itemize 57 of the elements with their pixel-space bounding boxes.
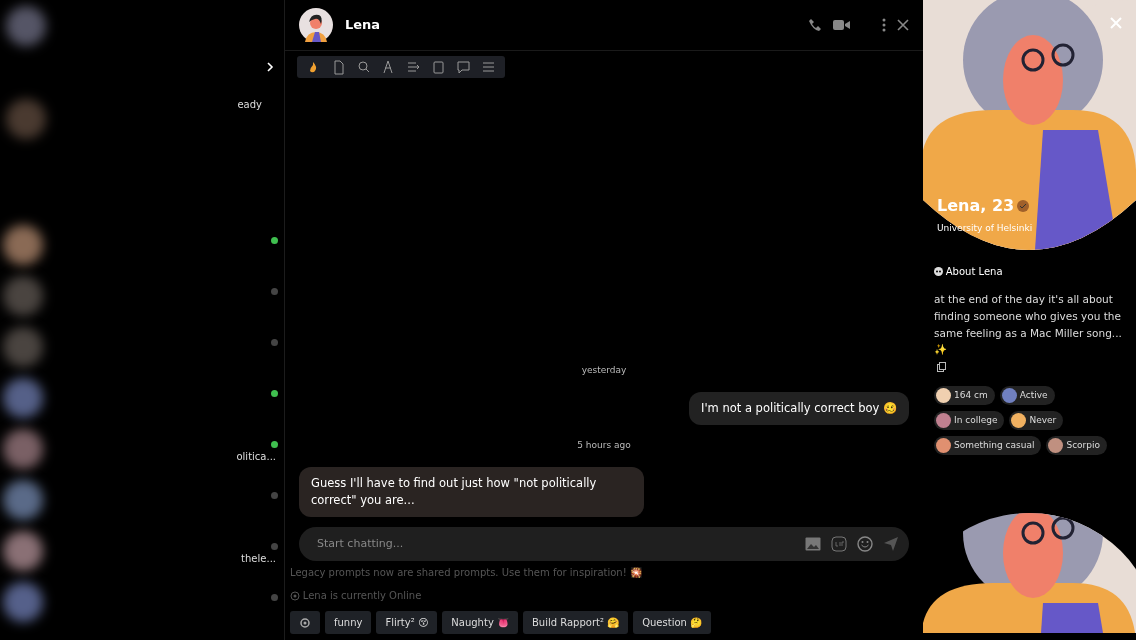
preview-text: olitica... [236,450,276,464]
settings-icon [299,617,311,629]
contact-name: Lena [345,16,382,35]
status-icon [290,590,300,601]
time-divider: yesterday [580,364,628,378]
message-input[interactable]: Start chatting... [315,534,795,554]
section-title: About Lena [945,265,1003,279]
blurred-avatar [2,326,43,367]
blurred-avatar [2,530,43,571]
prompt-chip[interactable]: Naughty 👅 [442,611,518,634]
profile-name: Lena, 23 [937,195,1015,217]
tag-avatar-icon [1048,438,1064,454]
tag-text: In college [954,413,998,427]
message-field[interactable]: Start chatting... [299,527,909,561]
blurred-avatar [2,581,43,622]
blurred-avatar [2,377,43,418]
copy-icon[interactable] [937,362,946,373]
tag-text: Never [1029,413,1057,427]
prompt-chip[interactable]: Question 🤔 [633,611,712,634]
blurred-avatar [5,99,46,139]
blurred-avatar [2,224,43,265]
image-icon[interactable] [805,537,821,551]
blurred-avatar [2,428,43,469]
message-bubble: I'm not a politically correct boy 🥴 [689,391,909,425]
tag-avatar-icon [1001,388,1017,404]
gif-icon[interactable] [831,536,847,552]
avatar-drawing [299,8,333,42]
chevron-right-icon[interactable] [266,62,274,72]
blurred-avatar [2,479,43,520]
blurred-avatar [5,5,46,46]
tag-avatar-icon [1011,413,1027,429]
blurred-avatar [2,275,43,316]
quote-icon [934,267,943,276]
video-camera-icon[interactable] [833,19,850,31]
smiley-icon[interactable] [857,536,873,552]
tag-text: 164 cm [954,388,988,402]
tag-avatar-icon [936,388,951,404]
verified-badge-icon [1016,200,1029,212]
tag-avatar-icon [936,438,951,454]
prompt-chip[interactable]: Build Rapport² 🤗 [523,611,629,634]
tag-avatar-icon [936,413,951,429]
status-text: Lena is currently Online [302,589,422,603]
tag-text: Scorpio [1066,438,1100,452]
time-divider: 5 hours ago [576,439,632,452]
close-icon[interactable] [897,19,909,31]
notice-text: Legacy prompts now are shared prompts. Use them for inspiration! 🎇 [289,566,643,580]
preview-text: thele... [241,552,276,566]
more-options-icon[interactable] [882,18,886,32]
prompt-chip[interactable]: Flirty² 😚 [376,611,438,634]
settings-button[interactable] [290,611,320,634]
tag-text: Something casual [954,438,1035,452]
preview-text: eady [237,98,262,112]
tag-text: Active [1019,388,1048,402]
phone-icon[interactable] [808,18,822,32]
message-bubble: Guess I'll have to find out just how "not politically correct" you are... [299,466,644,517]
prompt-chip[interactable]: funny [325,611,372,634]
bio-text: at the end of the day it's all about finding someone who gives you the same feeling as a Mac Miller song... ✨ [934,292,1123,358]
